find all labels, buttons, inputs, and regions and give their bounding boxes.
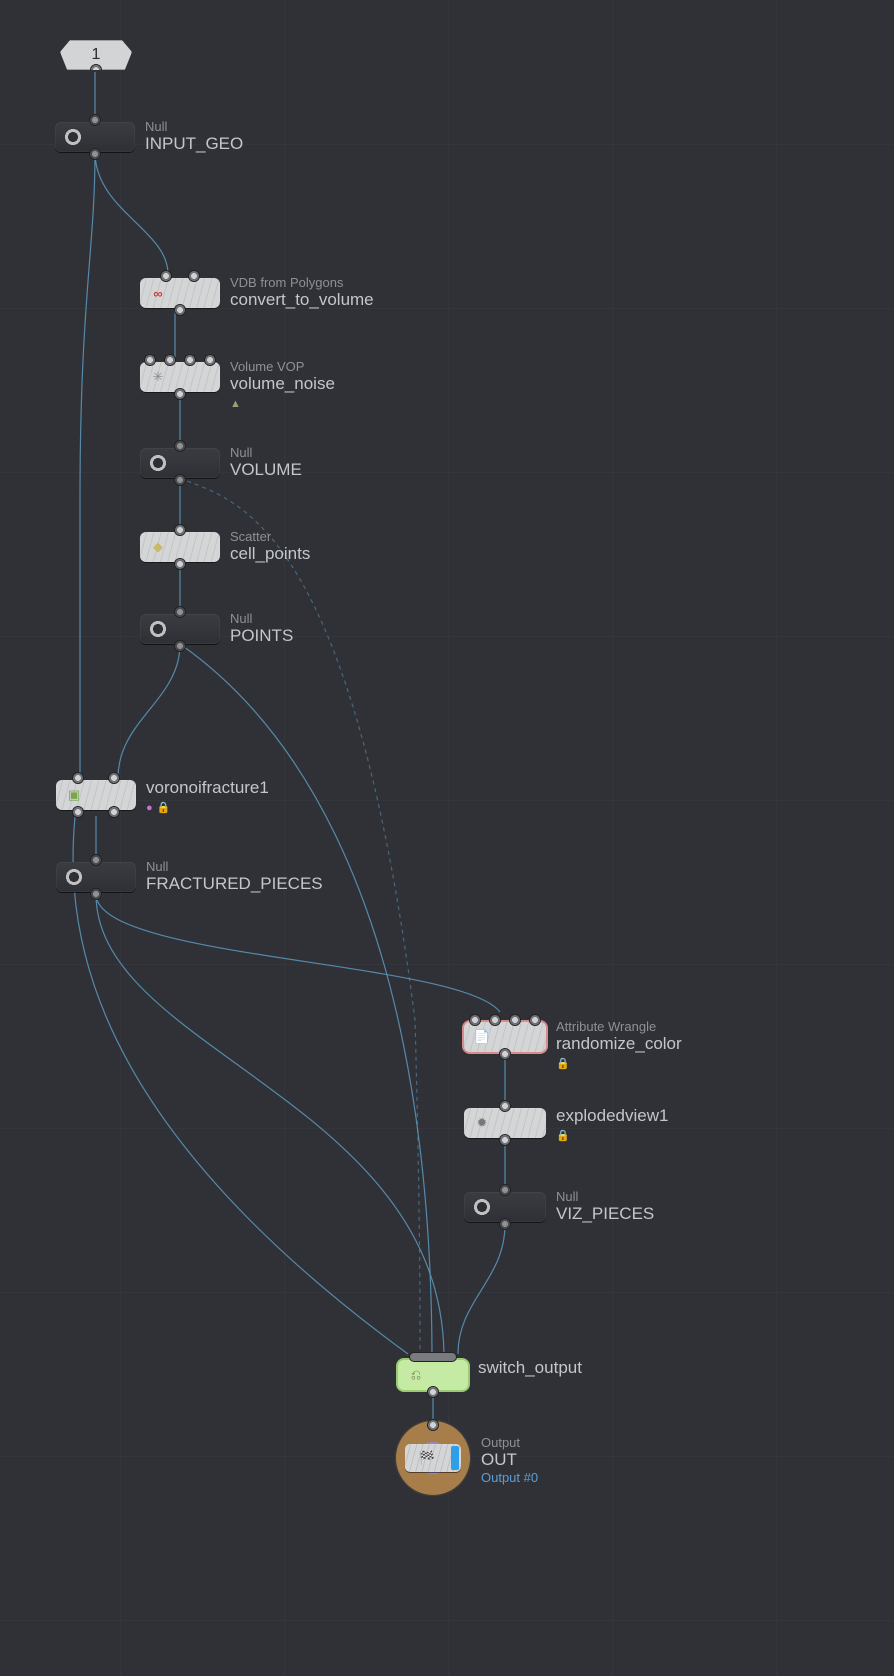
node-type-label: Volume VOP [230, 360, 335, 374]
connector-in[interactable] [189, 271, 199, 281]
node-name-label: convert_to_volume [230, 290, 374, 310]
node-name-label: POINTS [230, 626, 293, 646]
node-name-label: VOLUME [230, 460, 302, 480]
node-input-geo[interactable]: Null INPUT_GEO [55, 122, 135, 152]
connector-out[interactable] [90, 149, 100, 159]
node-type-label: Null [230, 446, 302, 460]
node-type-label: Null [146, 860, 323, 874]
connector-in[interactable] [428, 1420, 438, 1430]
node-convert-to-volume[interactable]: ∞ VDB from Polygons convert_to_volume [140, 278, 220, 308]
connector-out[interactable] [500, 1049, 510, 1059]
connector-out[interactable] [73, 807, 83, 817]
node-type-label: Scatter [230, 530, 310, 544]
subnet-input[interactable]: 1 Geometry to Fracture testgeometry_rubb… [60, 40, 132, 70]
connector-in[interactable] [490, 1015, 500, 1025]
connector-in[interactable] [205, 355, 215, 365]
subnet-input-type: Geometry to Fracture [142, 40, 320, 60]
connector-in[interactable] [175, 525, 185, 535]
node-fractured-pieces[interactable]: Null FRACTURED_PIECES [56, 862, 136, 892]
node-name-label: cell_points [230, 544, 310, 564]
connector-in[interactable] [161, 271, 171, 281]
node-name-label: switch_output [478, 1358, 582, 1378]
node-name-label: OUT [481, 1450, 538, 1470]
display-flag[interactable] [451, 1446, 459, 1470]
volumevop-icon: ✳ [148, 367, 168, 387]
node-points[interactable]: Null POINTS [140, 614, 220, 644]
explodedview-icon: ✹ [472, 1113, 492, 1133]
connector-in[interactable] [165, 355, 175, 365]
switch-icon: ⎌ [406, 1365, 426, 1385]
connector-in[interactable] [470, 1015, 480, 1025]
subnet-input-index: 1 [92, 46, 101, 64]
node-randomize-color[interactable]: 📄 Attribute Wrangle randomize_color 🔒 [464, 1022, 546, 1052]
connector-in[interactable] [510, 1015, 520, 1025]
connector-out[interactable] [91, 889, 101, 899]
node-output-label: Output #0 [481, 1470, 538, 1486]
connector-out[interactable] [91, 65, 101, 75]
node-type-label: Output [481, 1436, 538, 1450]
node-viz-pieces[interactable]: Null VIZ_PIECES [464, 1192, 546, 1222]
connector-in[interactable] [145, 355, 155, 365]
connector-in[interactable] [530, 1015, 540, 1025]
connector-in[interactable] [175, 441, 185, 451]
null-icon [63, 127, 83, 147]
lock-icon: 🔒 [157, 802, 171, 814]
node-name-label: explodedview1 [556, 1106, 668, 1126]
connector-out[interactable] [175, 559, 185, 569]
node-out[interactable]: 🏁 Output OUT Output #0 [395, 1420, 471, 1496]
null-icon [472, 1197, 492, 1217]
connector-out[interactable] [175, 389, 185, 399]
node-type-label: Null [556, 1190, 654, 1204]
node-name-label: voronoifracture1 [146, 778, 269, 798]
connector-multi-in[interactable] [410, 1353, 456, 1361]
voronoi-icon: ▣ [64, 785, 84, 805]
connector-in[interactable] [500, 1101, 510, 1111]
node-explodedview1[interactable]: ✹ explodedview1 🔒 [464, 1108, 546, 1138]
badge-icon: ● [146, 802, 153, 814]
node-name-label: VIZ_PIECES [556, 1204, 654, 1224]
connector-in[interactable] [90, 115, 100, 125]
null-icon [148, 619, 168, 639]
null-icon [64, 867, 84, 887]
node-name-label: volume_noise [230, 374, 335, 394]
connector-in[interactable] [185, 355, 195, 365]
node-type-label: Attribute Wrangle [556, 1020, 682, 1034]
node-type-label: Null [145, 120, 243, 134]
node-switch-output[interactable]: ⎌ switch_output [398, 1360, 468, 1390]
lock-icon: 🔒 [556, 1130, 570, 1142]
connector-in[interactable] [500, 1185, 510, 1195]
node-volume-noise[interactable]: ✳ Volume VOP volume_noise ▲ [140, 362, 220, 392]
node-type-label: VDB from Polygons [230, 276, 374, 290]
output-icon: 🏁 [417, 1448, 437, 1468]
connector-in[interactable] [109, 773, 119, 783]
scatter-icon: ◆ [148, 537, 168, 557]
node-name-label: randomize_color [556, 1034, 682, 1054]
connector-out[interactable] [175, 475, 185, 485]
connector-out[interactable] [428, 1387, 438, 1397]
connector-out[interactable] [500, 1219, 510, 1229]
connector-out[interactable] [175, 641, 185, 651]
connector-in[interactable] [175, 607, 185, 617]
wrangle-icon: 📄 [472, 1027, 492, 1047]
connector-out[interactable] [500, 1135, 510, 1145]
connector-out[interactable] [109, 807, 119, 817]
node-voronoifracture1[interactable]: ▣ voronoifracture1 ● 🔒 [56, 780, 136, 810]
connector-out[interactable] [175, 305, 185, 315]
connector-in[interactable] [91, 855, 101, 865]
pin-flag-icon: ▲ [230, 398, 241, 410]
node-type-label: Null [230, 612, 293, 626]
connector-in[interactable] [73, 773, 83, 783]
node-name-label: INPUT_GEO [145, 134, 243, 154]
null-icon [148, 453, 168, 473]
node-volume[interactable]: Null VOLUME [140, 448, 220, 478]
subnet-input-name: testgeometry_rubbertoy1 [142, 60, 320, 80]
lock-icon: 🔒 [556, 1058, 570, 1070]
vdb-icon: ∞ [148, 283, 168, 303]
node-name-label: FRACTURED_PIECES [146, 874, 323, 894]
node-cell-points[interactable]: ◆ Scatter cell_points [140, 532, 220, 562]
